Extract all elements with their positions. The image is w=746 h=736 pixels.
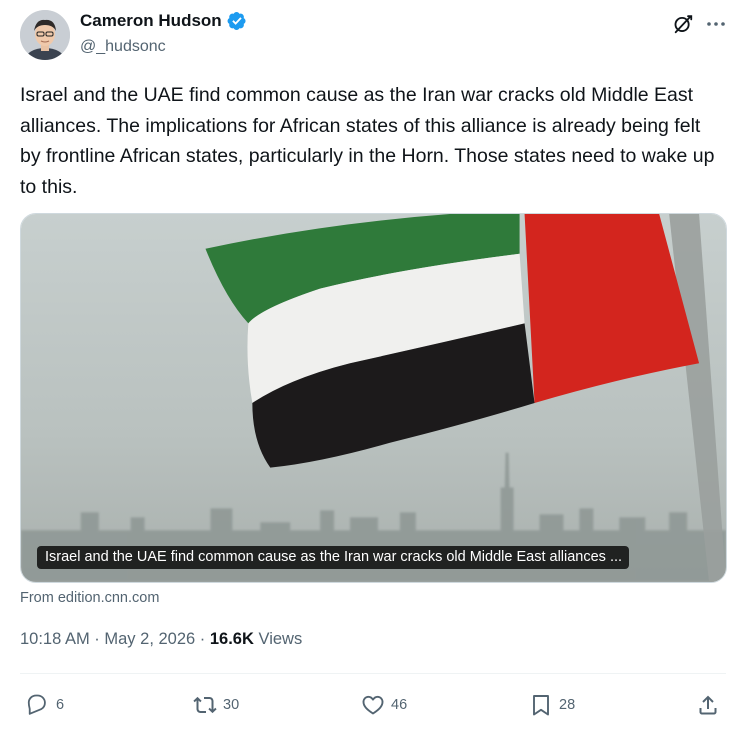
like-icon: [362, 695, 384, 715]
tweet-meta: 10:18 AM · May 2, 2026 · 16.6K Views: [20, 630, 302, 649]
bookmark-icon: [533, 695, 549, 716]
more-icon[interactable]: [704, 12, 728, 36]
share-button[interactable]: [696, 688, 720, 722]
avatar-image: [20, 10, 70, 60]
reply-count: 6: [56, 697, 65, 713]
link-source[interactable]: From edition.cnn.com: [20, 590, 159, 606]
like-count: 46: [391, 697, 408, 713]
divider: [20, 673, 726, 674]
reply-icon: [27, 694, 46, 715]
grok-icon[interactable]: [672, 13, 694, 35]
views-label: Views: [253, 630, 303, 648]
retweet-count: 30: [223, 697, 240, 713]
author-name-row: Cameron Hudson: [80, 11, 247, 31]
share-icon: [699, 695, 717, 715]
reply-button[interactable]: 6: [26, 688, 64, 722]
meta-separator: ·: [89, 630, 105, 648]
verified-badge-icon: [227, 12, 246, 30]
tweet-time[interactable]: 10:18 AM: [20, 630, 90, 649]
retweet-button[interactable]: 30: [193, 688, 239, 722]
author-handle[interactable]: @_hudsonc: [80, 38, 166, 56]
bookmark-count: 28: [559, 697, 576, 713]
link-card-caption: Israel and the UAE find common cause as …: [37, 546, 630, 569]
avatar[interactable]: [20, 10, 70, 60]
tweet-text: Israel and the UAE find common cause as …: [20, 84, 720, 198]
like-button[interactable]: 46: [361, 688, 407, 722]
author-display-name[interactable]: Cameron Hudson: [80, 11, 222, 31]
bookmark-button[interactable]: 28: [529, 688, 575, 722]
meta-separator-2: ·: [195, 630, 210, 648]
views-count[interactable]: 16.6K: [210, 630, 254, 649]
flag-skyline-photo: [21, 214, 726, 582]
retweet-icon: [193, 696, 217, 714]
tweet-date[interactable]: May 2, 2026: [104, 630, 195, 649]
link-card-media[interactable]: Israel and the UAE find common cause as …: [20, 213, 727, 583]
action-bar: 6 30 46 28: [20, 688, 726, 722]
